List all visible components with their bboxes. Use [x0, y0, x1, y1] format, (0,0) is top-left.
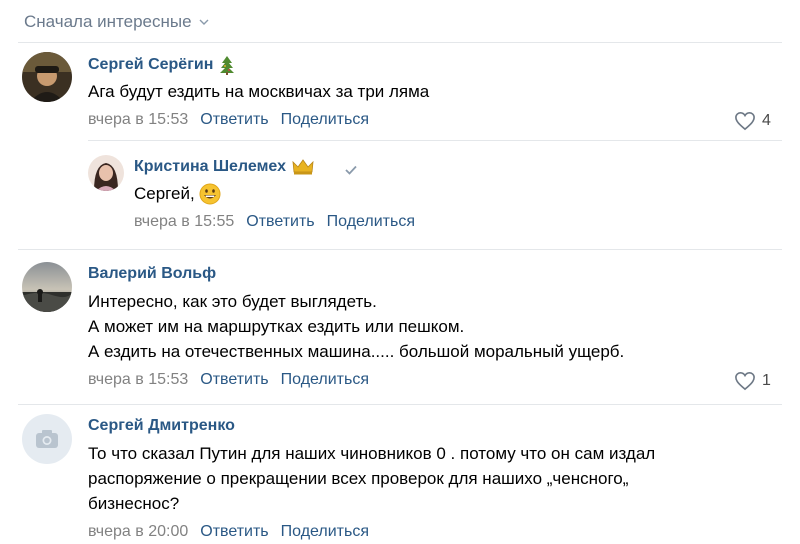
divider	[18, 42, 782, 43]
comment-text: Сергей,	[134, 181, 221, 206]
avatar[interactable]	[22, 414, 72, 464]
share-button[interactable]: Поделиться	[327, 213, 415, 231]
author-name[interactable]: Кристина Шелемех	[134, 158, 314, 176]
reply-button[interactable]: Ответить	[200, 523, 268, 541]
crown-icon	[292, 159, 314, 175]
like-count: 1	[762, 372, 771, 389]
comment-date[interactable]: вчера в 15:53	[88, 371, 188, 389]
comment-meta: вчера в 15:53 Ответить Поделиться	[88, 371, 381, 389]
divider	[88, 140, 782, 141]
reply-button[interactable]: Ответить	[246, 213, 314, 231]
comment-text: Ага будут ездить на москвичах за три лям…	[88, 82, 430, 101]
share-button[interactable]: Поделиться	[281, 111, 369, 129]
author-name[interactable]: Валерий Вольф	[88, 265, 216, 283]
camera-icon	[22, 414, 72, 464]
comment-text: То что сказал Путин для наших чиновников…	[88, 444, 656, 513]
like-button[interactable]: 1	[734, 371, 771, 391]
chevron-down-icon	[199, 19, 209, 25]
divider	[18, 249, 782, 250]
like-count: 4	[762, 112, 771, 129]
author-name[interactable]: Сергей Дмитренко	[88, 417, 235, 435]
verified-check-icon	[345, 165, 357, 175]
comment-date[interactable]: вчера в 15:53	[88, 111, 188, 129]
divider	[18, 404, 782, 405]
comment-meta: вчера в 15:53 Ответить Поделиться	[88, 111, 381, 129]
heart-icon	[735, 371, 755, 391]
comment-meta: вчера в 15:55 Ответить Поделиться	[134, 213, 427, 231]
reply-button[interactable]: Ответить	[200, 111, 268, 129]
avatar[interactable]	[88, 155, 124, 191]
avatar[interactable]	[22, 262, 72, 312]
comment-date[interactable]: вчера в 20:00	[88, 523, 188, 541]
heart-icon	[735, 111, 755, 131]
share-button[interactable]: Поделиться	[281, 523, 369, 541]
author-name[interactable]: Сергей Серёгин	[88, 55, 235, 75]
like-button[interactable]: 4	[734, 111, 771, 131]
sort-label: Сначала интересные	[24, 12, 192, 31]
share-button[interactable]: Поделиться	[281, 371, 369, 389]
grinning-face-emoji-icon	[199, 183, 221, 204]
sort-dropdown[interactable]: Сначала интересные	[24, 12, 210, 32]
christmas-tree-icon	[219, 55, 235, 75]
comment-meta: вчера в 20:00 Ответить Поделиться	[88, 523, 381, 541]
comment-text: Интересно, как это будет выглядеть. А мо…	[88, 292, 625, 361]
avatar[interactable]	[22, 52, 72, 102]
comment-date[interactable]: вчера в 15:55	[134, 213, 234, 231]
reply-button[interactable]: Ответить	[200, 371, 268, 389]
